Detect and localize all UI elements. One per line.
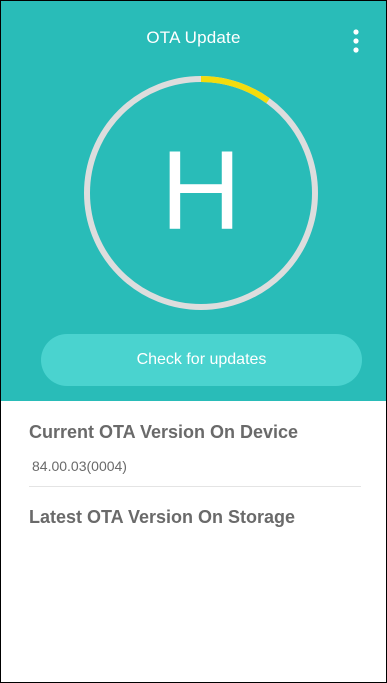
- section-divider: [29, 486, 361, 487]
- more-vert-icon: [353, 29, 359, 53]
- current-version-heading: Current OTA Version On Device: [29, 422, 299, 442]
- current-version-value: 84.00.03(0004): [32, 458, 127, 474]
- check-for-updates-button[interactable]: Check for updates: [41, 334, 362, 386]
- page-title: OTA Update: [146, 28, 241, 47]
- brand-logo-letter: H: [160, 128, 242, 253]
- app-screen: OTA Update H Check for updates Current O…: [0, 0, 387, 683]
- latest-version-heading: Latest OTA Version On Storage: [29, 507, 296, 527]
- progress-ring: H: [71, 63, 331, 323]
- overflow-menu-button[interactable]: [341, 21, 371, 61]
- header-panel: OTA Update H Check for updates: [1, 1, 386, 401]
